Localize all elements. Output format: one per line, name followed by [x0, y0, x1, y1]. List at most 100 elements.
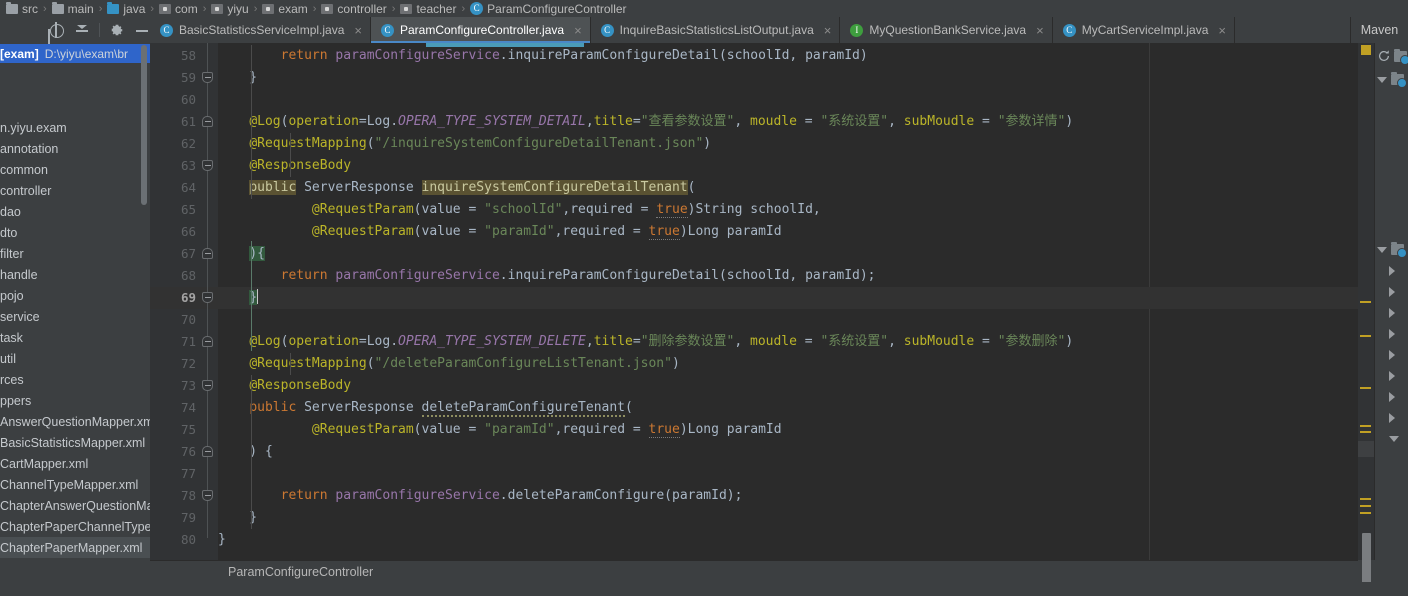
code-editor[interactable]: 58 59 60 61 62 63 64 65 66 67 68 69 70 71 72 73 74 75 76 77…	[150, 43, 1358, 560]
stripe-mark[interactable]	[1360, 301, 1371, 303]
code-fold-toggle[interactable]	[202, 292, 213, 303]
maven-tree-item[interactable]	[1375, 428, 1408, 449]
project-tree-item[interactable]: ChapterAnswerQuestionMa	[0, 495, 150, 516]
code-line[interactable]: return paramConfigureService.inquirePara…	[218, 45, 1358, 67]
breadcrumb-item-src[interactable]: src	[4, 1, 40, 16]
code-line[interactable]: }	[218, 67, 1358, 89]
minimize-icon[interactable]	[134, 22, 150, 38]
maven-tree-item[interactable]	[1375, 239, 1408, 260]
close-icon[interactable]: ×	[1036, 23, 1044, 38]
stripe-mark[interactable]	[1360, 512, 1371, 514]
stripe-mark[interactable]	[1360, 335, 1371, 337]
code-line[interactable]: @ResponseBody	[218, 375, 1358, 397]
triangle-right-icon[interactable]	[1389, 412, 1395, 423]
project-tree-item[interactable]: ppers	[0, 390, 150, 411]
maven-tree-item[interactable]	[1375, 69, 1408, 90]
code-content[interactable]: return paramConfigureService.inquirePara…	[218, 43, 1358, 560]
code-line[interactable]: }	[218, 529, 1358, 551]
project-tree-item[interactable]: CartMapper.xml	[0, 453, 150, 474]
code-fold-toggle[interactable]	[202, 160, 213, 171]
error-stripe[interactable]	[1358, 43, 1374, 596]
code-fold-toggle[interactable]	[202, 336, 213, 347]
folder-gear-icon[interactable]	[1394, 48, 1408, 64]
maven-tree-item[interactable]	[1375, 365, 1408, 386]
stripe-mark[interactable]	[1360, 425, 1371, 427]
code-line[interactable]: return paramConfigureService.deleteParam…	[218, 485, 1358, 507]
project-tree-item[interactable]: ChannelTypeMapper.xml	[0, 474, 150, 495]
project-tree-item[interactable]: pojo	[0, 285, 150, 306]
code-line[interactable]: return paramConfigureService.inquirePara…	[218, 265, 1358, 287]
code-fold-toggle[interactable]	[202, 72, 213, 83]
triangle-down-icon[interactable]	[1389, 435, 1399, 442]
editor-tab[interactable]: C ParamConfigureController.java ×	[370, 17, 591, 43]
code-line[interactable]: }	[218, 287, 1358, 309]
project-tree-item[interactable]: dao	[0, 201, 150, 222]
code-line[interactable]: @Log(operation=Log.OPERA_TYPE_SYSTEM_DEL…	[218, 331, 1358, 353]
triangle-right-icon[interactable]	[1389, 265, 1395, 276]
triangle-down-icon[interactable]	[1377, 76, 1387, 83]
close-icon[interactable]: ×	[574, 23, 582, 38]
project-tree-item[interactable]: task	[0, 327, 150, 348]
stripe-mark[interactable]	[1360, 498, 1371, 500]
breadcrumb-item-controller[interactable]: controller	[319, 2, 388, 16]
triangle-right-icon[interactable]	[1389, 349, 1395, 360]
editor-tab[interactable]: C BasicStatisticsServiceImpl.java ×	[150, 17, 371, 43]
breadcrumb-item-class[interactable]: C ParamConfigureController	[468, 2, 628, 16]
project-tree-item[interactable]: dto	[0, 222, 150, 243]
breadcrumb-item-com[interactable]: com	[157, 2, 200, 16]
code-fold-toggle[interactable]	[202, 380, 213, 391]
project-tree-item[interactable]: service	[0, 306, 150, 327]
project-tree-item[interactable]: common	[0, 159, 150, 180]
code-fold-toggle[interactable]	[202, 248, 213, 259]
triangle-right-icon[interactable]	[1389, 328, 1395, 339]
maven-tree-item[interactable]	[1375, 281, 1408, 302]
breadcrumb-item-main[interactable]: main	[50, 1, 96, 16]
maven-tree-item[interactable]	[1375, 386, 1408, 407]
project-tree-item[interactable]: controller	[0, 180, 150, 201]
maven-tool-window-button[interactable]: Maven	[1350, 17, 1408, 43]
project-root-row[interactable]: [exam] D:\yiyu\exam\br	[0, 44, 150, 63]
code-line[interactable]	[218, 463, 1358, 485]
project-tree-item[interactable]: annotation	[0, 138, 150, 159]
close-icon[interactable]: ×	[824, 23, 832, 38]
triangle-right-icon[interactable]	[1389, 391, 1395, 402]
breadcrumb-item-yiyu[interactable]: yiyu	[209, 2, 250, 16]
refresh-icon[interactable]	[1377, 49, 1391, 63]
code-line[interactable]: public ServerResponse inquireSystemConfi…	[218, 177, 1358, 199]
project-tree-item[interactable]: handle	[0, 264, 150, 285]
code-line[interactable]: @RequestParam(value = "paramId",required…	[218, 419, 1358, 441]
project-tree-item[interactable]: n.yiyu.exam	[0, 117, 150, 138]
code-line[interactable]	[218, 309, 1358, 331]
code-line[interactable]: @RequestMapping("/inquireSystemConfigure…	[218, 133, 1358, 155]
collapse-all-icon[interactable]	[74, 22, 90, 38]
code-line[interactable]: @RequestParam(value = "schoolId",require…	[218, 199, 1358, 221]
stripe-mark[interactable]	[1360, 505, 1371, 507]
project-tree-item[interactable]: rces	[0, 369, 150, 390]
triangle-right-icon[interactable]	[1389, 286, 1395, 297]
close-icon[interactable]: ×	[354, 23, 362, 38]
code-line[interactable]: ){	[218, 243, 1358, 265]
editor-tab[interactable]: C MyCartServiceImpl.java ×	[1053, 17, 1235, 43]
maven-tree-item[interactable]	[1375, 302, 1408, 323]
breadcrumb-item-java[interactable]: java	[105, 1, 147, 16]
triangle-right-icon[interactable]	[1389, 370, 1395, 381]
maven-tree-item[interactable]	[1375, 407, 1408, 428]
code-line[interactable]: @Log(operation=Log.OPERA_TYPE_SYSTEM_DET…	[218, 111, 1358, 133]
triangle-down-icon[interactable]	[1377, 246, 1387, 253]
triangle-right-icon[interactable]	[1389, 307, 1395, 318]
code-line[interactable]: ) {	[218, 441, 1358, 463]
code-fold-toggle[interactable]	[202, 446, 213, 457]
project-tree-item[interactable]: ChapterPaperChannelType	[0, 516, 150, 537]
gear-icon[interactable]	[110, 23, 124, 37]
project-tree-item[interactable]: ChapterPaperMapper.xml	[0, 537, 150, 558]
close-icon[interactable]: ×	[1218, 23, 1226, 38]
code-line[interactable]: public ServerResponse deleteParamConfigu…	[218, 397, 1358, 419]
breadcrumb-item-exam[interactable]: exam	[260, 2, 309, 16]
project-tree-item[interactable]: filter	[0, 243, 150, 264]
crosshair-icon[interactable]	[48, 22, 64, 38]
code-line[interactable]: @RequestParam(value = "paramId",required…	[218, 221, 1358, 243]
code-line[interactable]: }	[218, 507, 1358, 529]
maven-tree-item[interactable]	[1375, 344, 1408, 365]
maven-tree-item[interactable]	[1375, 260, 1408, 281]
code-fold-toggle[interactable]	[202, 490, 213, 501]
